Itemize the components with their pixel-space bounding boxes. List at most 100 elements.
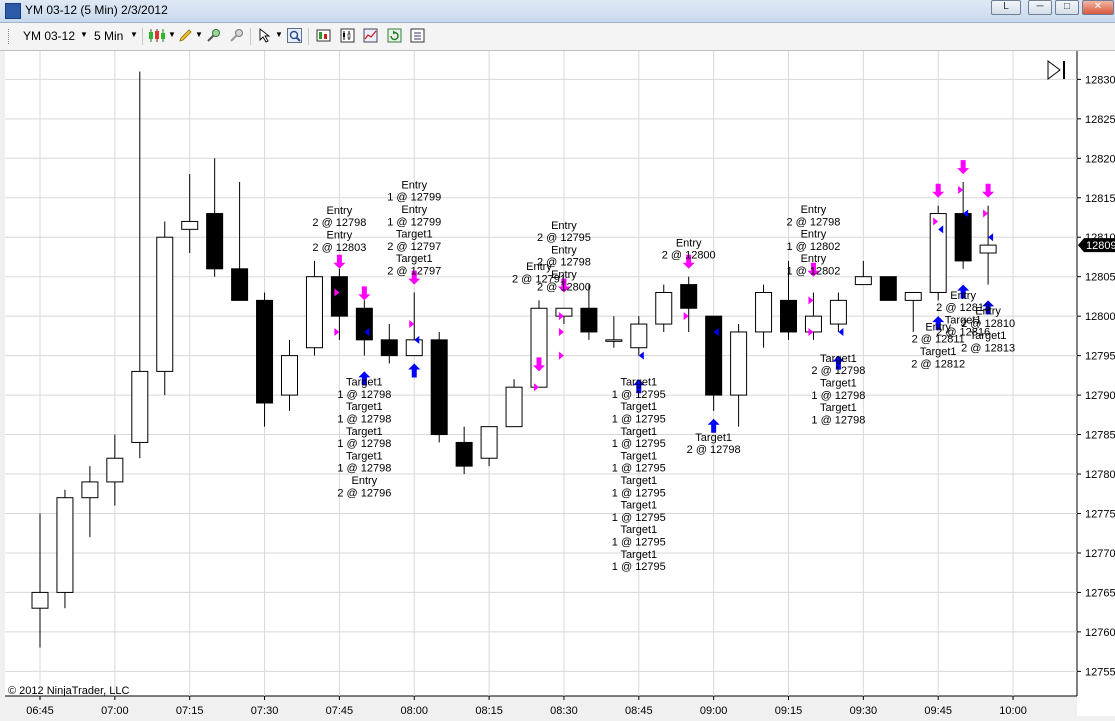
instrument-selector[interactable]: YM 03-12: [23, 29, 75, 43]
chart-area[interactable]: 12755 12760 12765 12770 12775 12780 12785 12790…: [0, 51, 1115, 717]
trade-annotation-label: 2 @ 12800: [537, 281, 591, 293]
toolbar-grip[interactable]: [8, 29, 12, 44]
candle-body: [355, 307, 373, 341]
strategies-icon[interactable]: [316, 28, 331, 43]
maximize-button[interactable]: □: [1055, 0, 1079, 15]
trade-annotation-label: 2 @ 12800: [662, 250, 716, 262]
instrument-dropdown-icon[interactable]: ▼: [80, 30, 88, 39]
zoom-in-icon[interactable]: [206, 28, 221, 43]
x-tick-label: 10:00: [999, 705, 1027, 716]
trade-annotation-label: Entry: [551, 220, 577, 232]
trade-annotation-label: Target1: [695, 432, 732, 444]
candle-body: [580, 307, 598, 333]
candle-body: [605, 339, 623, 342]
trade-annotation-label: 1 @ 12795: [612, 414, 666, 426]
candlestick-style-icon[interactable]: [148, 28, 168, 43]
candle-body: [256, 299, 274, 404]
trade-annotation-label: Target1: [820, 353, 857, 365]
trade-annotation-label: 2 @ 12810: [961, 318, 1015, 330]
chart-trader-icon[interactable]: [363, 28, 378, 43]
properties-icon[interactable]: [410, 28, 425, 43]
trade-annotation-label: 2 @ 12798: [811, 365, 865, 377]
close-button[interactable]: ✕: [1082, 0, 1114, 15]
candle-body: [281, 355, 298, 396]
y-tick-label: 12780: [1085, 469, 1115, 481]
candle-body: [31, 591, 49, 609]
trade-annotation-label: Entry: [676, 237, 702, 249]
trade-annotation-label: 1 @ 12802: [786, 265, 840, 277]
trade-annotation-label: Entry: [352, 475, 378, 487]
x-tick-label: 08:00: [400, 705, 428, 716]
candle-body: [555, 307, 573, 317]
zoom-out-icon[interactable]: [229, 28, 244, 43]
window-title: YM 03-12 (5 Min) 2/3/2012: [25, 3, 168, 17]
candle-body: [106, 457, 124, 483]
chart-style-dropdown-icon[interactable]: ▼: [168, 30, 176, 39]
trade-annotation-label: 2 @ 12803: [312, 242, 366, 254]
toolbar-separator: [308, 28, 309, 45]
trade-annotation-label: Target1: [820, 402, 857, 414]
trade-annotation-label: Entry: [327, 230, 353, 242]
drawing-dropdown-icon[interactable]: ▼: [195, 30, 203, 39]
interval-dropdown-icon[interactable]: ▼: [130, 30, 138, 39]
indicators-icon[interactable]: [340, 28, 355, 43]
trade-annotation-label: Target1: [970, 330, 1007, 342]
trade-annotation-label: Target1: [820, 378, 857, 390]
trade-annotation-label: Target1: [620, 377, 657, 389]
trade-annotation-label: Entry: [975, 306, 1001, 318]
trade-annotation-label: Entry: [401, 204, 427, 216]
y-tick-label: 12815: [1085, 193, 1115, 205]
candle-body: [455, 441, 473, 467]
interval-selector[interactable]: 5 Min: [94, 29, 123, 43]
magnifier-icon[interactable]: [287, 28, 302, 43]
candle-body: [81, 481, 99, 499]
trade-annotation-label: 2 @ 12795: [537, 232, 591, 244]
x-tick-label: 08:45: [625, 705, 653, 716]
cursor-select-icon[interactable]: [258, 28, 273, 43]
candle-body: [181, 220, 199, 230]
trade-annotation-label: 2 @ 12812: [911, 358, 965, 370]
trade-annotation-label: 1 @ 12795: [612, 487, 666, 499]
candle-body: [979, 244, 997, 254]
drawing-pencil-icon[interactable]: [178, 28, 193, 43]
cursor-dropdown-icon[interactable]: ▼: [275, 30, 283, 39]
trade-annotation-label: Target1: [620, 426, 657, 438]
trade-annotation-label: 2 @ 12797: [387, 265, 441, 277]
minimize-button[interactable]: ─: [1028, 0, 1052, 15]
candle-body: [330, 276, 348, 317]
trade-annotation-label: 2 @ 12798: [687, 444, 741, 456]
x-tick-label: 08:30: [550, 705, 578, 716]
candle-body: [530, 307, 548, 388]
candle-body: [480, 426, 498, 459]
trade-annotation-label: Entry: [801, 229, 827, 241]
minimize-icon: ─: [1036, 1, 1044, 12]
candle-body: [505, 386, 523, 428]
link-button[interactable]: L: [991, 0, 1021, 15]
trade-annotation-label: 2 @ 12796: [337, 487, 391, 499]
y-tick-label: 12760: [1085, 627, 1115, 639]
refresh-icon[interactable]: [387, 28, 402, 43]
trade-annotation-label: Target1: [620, 500, 657, 512]
candle-body: [954, 213, 972, 262]
x-tick-label: 07:45: [326, 705, 354, 716]
x-tick-label: 09:15: [775, 705, 803, 716]
copyright-text: © 2012 NinjaTrader, LLC: [8, 685, 129, 697]
candle-body: [405, 339, 423, 357]
trade-annotation-label: 1 @ 12798: [337, 463, 391, 475]
toolbar-separator: [142, 28, 143, 45]
y-axis-background: [1077, 51, 1115, 716]
trade-annotation-label: Target1: [396, 253, 433, 265]
trade-annotation-label: Target1: [620, 475, 657, 487]
candle-body: [156, 236, 174, 372]
trade-annotation-label: Entry: [950, 290, 976, 302]
trade-annotation-label: 1 @ 12798: [337, 414, 391, 426]
candle-body: [929, 213, 947, 293]
chart-toolbar: YM 03-12 ▼ 5 Min ▼ ▼ ▼ ▼: [0, 23, 1115, 51]
price-chart[interactable]: 12755 12760 12765 12770 12775 12780 12785 12790…: [0, 51, 1115, 717]
trade-annotation-label: Target1: [620, 450, 657, 462]
current-price-label: 12809: [1086, 240, 1115, 252]
x-tick-label: 08:15: [475, 705, 503, 716]
toolbar-separator: [250, 28, 251, 45]
trade-annotation-label: 1 @ 12795: [612, 561, 666, 573]
y-tick-label: 12820: [1085, 153, 1115, 165]
